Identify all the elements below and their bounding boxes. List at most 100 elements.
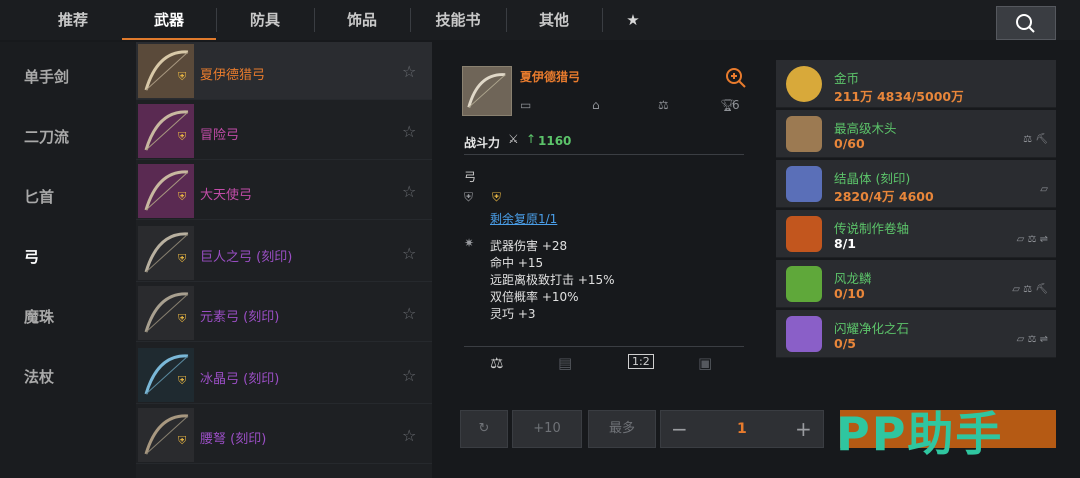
list-item[interactable]: ⛨ 冒险弓 ☆ xyxy=(136,102,432,160)
list-item[interactable]: ⛨ 元素弓 (刻印) ☆ xyxy=(136,284,432,342)
ratio-icon[interactable]: 1:2 xyxy=(628,354,654,369)
list-item[interactable]: ⛨ 大天使弓 ☆ xyxy=(136,162,432,220)
search-icon xyxy=(1016,14,1035,33)
favorite-star-icon[interactable]: ☆ xyxy=(402,122,416,141)
list-item[interactable]: ⛨ 冰晶弓 (刻印) ☆ xyxy=(136,346,432,404)
crystal-icon xyxy=(786,166,822,202)
list-item[interactable]: ⛨ 夏伊德猎弓 ☆ xyxy=(136,42,432,100)
wood-log-icon xyxy=(786,116,822,152)
item-name: 夏伊德猎弓 xyxy=(200,68,266,83)
increase-button[interactable]: + xyxy=(795,417,812,441)
item-name: 元素弓 (刻印) xyxy=(200,310,280,325)
category-dual-blades[interactable]: 二刀流 xyxy=(24,126,69,147)
book-icon[interactable]: ▤ xyxy=(558,354,572,372)
divider xyxy=(464,154,744,155)
trophy-count: 6 xyxy=(732,98,740,112)
engrave-shield-icon: ⛨ xyxy=(178,252,187,265)
category-bow[interactable]: 弓 xyxy=(24,246,39,267)
sparkle-icon: ✷ xyxy=(464,236,475,250)
combat-power-label: 战斗力 xyxy=(464,136,501,150)
stat-line: 命中 +15 xyxy=(490,256,544,270)
material-shortcut-icons[interactable]: ⚖ ⛏ xyxy=(1023,134,1048,145)
active-tab-indicator xyxy=(122,38,216,40)
quantity-stepper: − 1 + xyxy=(660,410,824,448)
material-row: 风龙鳞 0/10 ▱ ⚖ ⛏ xyxy=(776,260,1056,308)
material-row: 金币 211万 4834/5000万 xyxy=(776,60,1056,108)
restore-count-link[interactable]: 剩余复原1/1 xyxy=(490,210,557,227)
locked-slot-icon[interactable]: ▣ xyxy=(698,354,712,372)
tab-accessories[interactable]: 饰品 xyxy=(314,0,410,40)
dragon-scale-icon xyxy=(786,266,822,302)
engrave-shield-icon: ⛨ xyxy=(178,374,187,387)
watermark-logo: PP助手 xyxy=(836,407,1004,461)
combat-power-value: 1160 xyxy=(538,134,572,148)
stat-line: 武器伤害 +28 xyxy=(490,239,568,253)
material-amount: 8/1 xyxy=(834,236,856,251)
item-name: 腰弩 (刻印) xyxy=(200,432,267,447)
stat-line: 灵巧 +3 xyxy=(490,307,536,321)
quantity-value[interactable]: 1 xyxy=(737,421,747,437)
item-name: 冰晶弓 (刻印) xyxy=(200,372,280,387)
engrave-shield-icon: ⛨ xyxy=(178,434,187,447)
material-shortcut-icons[interactable]: ▱ ⚖ ⇌ xyxy=(1017,234,1048,245)
selected-bow-icon xyxy=(462,66,512,116)
category-orb[interactable]: 魔珠 xyxy=(24,306,54,327)
material-amount: 211万 4834/5000万 xyxy=(834,89,964,104)
top-tab-bar: 推荐 武器 防具 饰品 技能书 其他 ★ xyxy=(0,0,1080,40)
compare-scale-icon[interactable]: ⚖ xyxy=(490,354,503,372)
zoom-in-icon[interactable] xyxy=(724,66,748,90)
purification-stone-icon xyxy=(786,316,822,352)
material-amount: 2820/4万 4600 xyxy=(834,189,934,204)
category-staff[interactable]: 法杖 xyxy=(24,366,54,387)
item-name: 巨人之弓 (刻印) xyxy=(200,250,293,265)
material-name: 闪耀净化之石 xyxy=(834,321,910,336)
material-shortcut-icons[interactable]: ▱ ⚖ ⛏ xyxy=(1012,284,1048,295)
material-name: 最高级木头 xyxy=(834,121,897,136)
favorite-star-icon[interactable]: ☆ xyxy=(402,426,416,445)
item-type: 弓 xyxy=(464,170,477,184)
engrave-shield-icon: ⛨ xyxy=(178,312,187,325)
list-item[interactable]: ⛨ 巨人之弓 (刻印) ☆ xyxy=(136,224,432,282)
favorite-star-icon[interactable]: ☆ xyxy=(402,244,416,263)
favorite-star-icon[interactable]: ☆ xyxy=(402,304,416,323)
stat-line: 远距离极致打击 +15% xyxy=(490,273,615,287)
material-row: 结晶体 (刻印) 2820/4万 4600 ▱ xyxy=(776,160,1056,208)
favorite-star-icon[interactable]: ☆ xyxy=(402,62,416,81)
item-attribute-icons: ▭ ⌂ ⚖ 🏆︎ 6 xyxy=(520,98,750,118)
tab-favorites-star-icon[interactable]: ★ xyxy=(602,0,664,40)
material-shortcut-icons[interactable]: ▱ ⚖ ⇌ xyxy=(1017,334,1048,345)
engrave-shield-icon: ⛨ xyxy=(178,190,187,203)
reset-button[interactable]: ↻ xyxy=(460,410,508,448)
refresh-icon: ↻ xyxy=(478,421,490,436)
favorite-star-icon[interactable]: ☆ xyxy=(402,182,416,201)
tab-skill-books[interactable]: 技能书 xyxy=(410,0,506,40)
shield-icon: ⛨ xyxy=(464,190,474,204)
scroll-icon xyxy=(786,216,822,252)
material-amount: 0/10 xyxy=(834,286,865,301)
tab-weapons[interactable]: 武器 xyxy=(122,0,216,40)
tab-armor[interactable]: 防具 xyxy=(216,0,314,40)
engrave-shield-icon: ⛨ xyxy=(178,70,187,83)
detail-action-icons: ⚖ ▤ 1:2 ▣ xyxy=(464,350,744,380)
stat-line: 双倍概率 +10% xyxy=(490,290,579,304)
category-dagger[interactable]: 匕首 xyxy=(24,186,54,207)
divider xyxy=(464,346,744,347)
storage-box-icon: ▭ xyxy=(520,98,532,112)
material-amount: 0/60 xyxy=(834,136,865,151)
material-shortcut-icons[interactable]: ▱ xyxy=(1040,184,1048,195)
material-name: 金币 xyxy=(834,71,860,86)
item-name: 大天使弓 xyxy=(200,188,253,203)
list-item[interactable]: ⛨ 腰弩 (刻印) ☆ xyxy=(136,406,432,464)
category-one-handed-sword[interactable]: 单手剑 xyxy=(24,66,69,87)
plus-ten-button[interactable]: +10 xyxy=(512,410,582,448)
tab-other[interactable]: 其他 xyxy=(506,0,602,40)
search-button[interactable] xyxy=(996,6,1056,40)
tab-recommended[interactable]: 推荐 xyxy=(24,0,122,40)
max-button[interactable]: 最多 xyxy=(588,410,656,448)
tomb-icon: ⌂ xyxy=(592,98,600,112)
favorite-star-icon[interactable]: ☆ xyxy=(402,366,416,385)
material-amount: 0/5 xyxy=(834,336,856,351)
engrave-shield-icon: ⛨ xyxy=(492,190,502,204)
arrow-up-icon: ↑ xyxy=(526,132,537,146)
decrease-button[interactable]: − xyxy=(671,417,688,441)
